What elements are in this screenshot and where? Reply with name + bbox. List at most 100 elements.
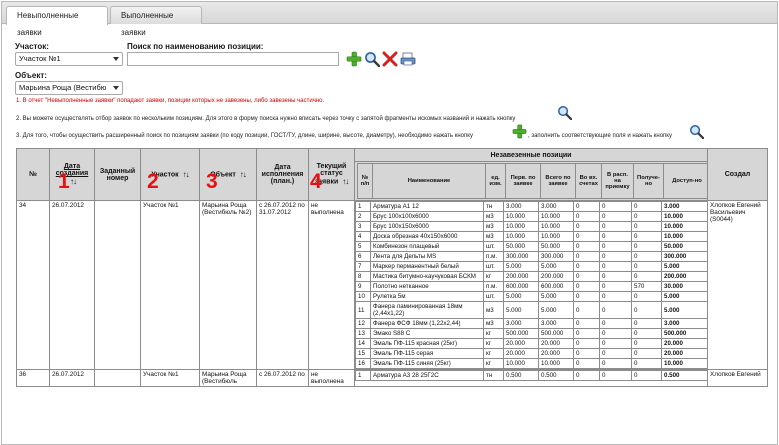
cell-created: Хлопков Евгений Васильевич (S0044) <box>707 200 768 370</box>
position-got: 0 <box>631 231 662 242</box>
position-got: 0 <box>631 221 662 232</box>
tab-bar: Невыполненные заявки Выполненные заявки <box>2 2 777 37</box>
position-inv: 0 <box>573 211 600 222</box>
position-first: 3.000 <box>503 318 539 329</box>
position-avail: 30.000 <box>661 281 707 292</box>
position-inv: 0 <box>573 221 600 232</box>
object-select[interactable]: Марьина Роща (Вестибю <box>15 81 123 95</box>
header-num[interactable]: № <box>16 148 50 201</box>
positions-subheader-table: № п/п Наименование ед. изм. Перв. по зая… <box>357 163 707 199</box>
add-plus-icon[interactable] <box>346 51 362 67</box>
subheader-total: Всего по заявке <box>540 163 576 199</box>
position-inv: 0 <box>573 358 600 369</box>
header-object[interactable]: Объект ↑↓ 3 <box>199 148 257 201</box>
search-label: Поиск по наименованию позиции: <box>127 42 264 51</box>
position-total: 300.000 <box>538 251 574 262</box>
position-n: 8 <box>355 271 371 282</box>
header-uchastok[interactable]: Участок ↑↓ 2 <box>140 148 200 201</box>
position-row: 5 Комбинезон плащевый шт. 50.000 50.000 0 0 0 50… <box>355 241 707 252</box>
position-total: 0.500 <box>538 370 574 381</box>
position-avail: 5.000 <box>661 291 707 302</box>
uchastok-select[interactable]: Участок №1 <box>15 52 123 66</box>
position-first: 20.000 <box>503 338 539 349</box>
sort-arrows-icon[interactable]: ↑↓ <box>240 170 247 179</box>
position-avail: 10.000 <box>661 358 707 369</box>
header-task-label: Заданный номер <box>99 167 136 182</box>
position-row: 1 Арматура А1 12 тн 3.000 3.000 0 0 0 3.000 <box>355 201 707 212</box>
position-n: 6 <box>355 251 371 262</box>
position-row: 11 Фанера ламинированная 18мм (2,44х1,22)… <box>355 301 707 319</box>
clear-search-icon[interactable] <box>382 51 398 67</box>
position-got: 0 <box>631 261 662 272</box>
position-row: 12 Фанера ФСФ 18мм (1,22х2,44) м3 3.000 3.00… <box>355 318 707 329</box>
cell-status: не выполнена <box>308 369 355 387</box>
note-2: 2. Вы можете осуществлять отбор заявок п… <box>16 116 516 122</box>
position-got: 570 <box>631 281 662 292</box>
orders-table: № Дата создания ↑↓ 1 Заданный номер Учас… <box>16 148 768 387</box>
position-got: 0 <box>631 251 662 262</box>
position-n: 1 <box>355 201 371 212</box>
position-first: 5.000 <box>503 291 539 302</box>
position-avail: 3.000 <box>661 201 707 212</box>
position-acc: 0 <box>599 281 632 292</box>
position-acc: 0 <box>599 301 632 319</box>
position-unit: м3 <box>483 301 504 319</box>
position-got: 0 <box>631 370 662 381</box>
cell-exec: с 26.07.2012 по 31.07.2012 <box>256 200 309 370</box>
position-avail: 20.000 <box>661 338 707 349</box>
position-total: 5.000 <box>538 301 574 319</box>
sort-arrows-icon[interactable]: ↑↓ <box>183 170 190 179</box>
position-n: 12 <box>355 318 371 329</box>
position-name: Мастика битумно-каучуковая БСКМ <box>370 271 484 282</box>
position-unit: шт. <box>483 291 504 302</box>
position-got: 0 <box>631 348 662 359</box>
position-first: 3.000 <box>503 201 539 212</box>
position-first: 5.000 <box>503 261 539 272</box>
tab-unfulfilled[interactable]: Невыполненные заявки <box>6 6 108 37</box>
cell-positions: 1 Арматура А1 12 тн 3.000 3.000 0 0 0 3.000 2 Брус… <box>354 200 708 370</box>
table-row: 34 26.07.2012 Участок №1 Марьина Роща (Вест… <box>16 200 768 370</box>
header-status[interactable]: Текущий статус заявки ↑↓ 4 <box>308 148 355 201</box>
position-unit: м3 <box>483 221 504 232</box>
position-n: 14 <box>355 338 371 349</box>
position-total: 500.000 <box>538 328 574 339</box>
header-date[interactable]: Дата создания ↑↓ 1 <box>49 148 95 201</box>
sort-arrows-icon[interactable]: ↑↓ <box>70 177 77 186</box>
position-acc: 0 <box>599 231 632 242</box>
header-created-label: Создал <box>724 171 751 178</box>
header-num-label: № <box>29 171 37 178</box>
uchastok-select-value: Участок №1 <box>19 54 61 63</box>
print-icon[interactable] <box>400 51 416 67</box>
sort-arrows-icon[interactable]: ↑↓ <box>342 177 349 186</box>
position-total: 10.000 <box>538 211 574 222</box>
table-row: 36 26.07.2012 Участок №1 Марьина Роща (Вест… <box>16 369 768 387</box>
header-positions-label: Незавезенные позиции <box>490 151 572 159</box>
position-row: 1 Арматура А3 28 25Г2С тн 0.500 0.500 0 0 0 0.50… <box>355 370 707 381</box>
position-got: 0 <box>631 328 662 339</box>
search-icon[interactable] <box>364 51 380 67</box>
position-name: Эмаль ПФ-115 серая <box>370 348 484 359</box>
position-row: 4 Доска обрезная 40х150х6000 м3 10.000 10.00… <box>355 231 707 242</box>
header-task: Заданный номер <box>94 148 141 201</box>
position-n: 16 <box>355 358 371 369</box>
position-avail: 3.000 <box>661 318 707 329</box>
cell-date: 26.07.2012 <box>49 369 95 387</box>
cell-exec: с 26.07.2012 по <box>256 369 309 387</box>
note-3a: 3. Для того, чтобы осуществить расширенн… <box>16 133 473 139</box>
cell-positions: 1 Арматура А3 28 25Г2С тн 0.500 0.500 0 0 0 0.50… <box>354 369 708 387</box>
position-first: 10.000 <box>503 211 539 222</box>
position-name: Эмако S88 C <box>370 328 484 339</box>
position-inv: 0 <box>573 370 600 381</box>
cell-uchastok: Участок №1 <box>140 200 200 370</box>
position-unit: м3 <box>483 231 504 242</box>
position-name: Фанера ламинированная 18мм (2,44х1,22) <box>370 301 484 319</box>
subheader-acceptance: В расп. на приемку <box>601 163 634 199</box>
search-input[interactable] <box>127 52 339 66</box>
tab-fulfilled[interactable]: Выполненные заявки <box>110 6 202 37</box>
subheader-n: № п/п <box>357 163 373 199</box>
position-unit: кг <box>483 328 504 339</box>
position-inv: 0 <box>573 261 600 272</box>
position-got: 0 <box>631 211 662 222</box>
cell-task <box>94 369 141 387</box>
position-inv: 0 <box>573 318 600 329</box>
